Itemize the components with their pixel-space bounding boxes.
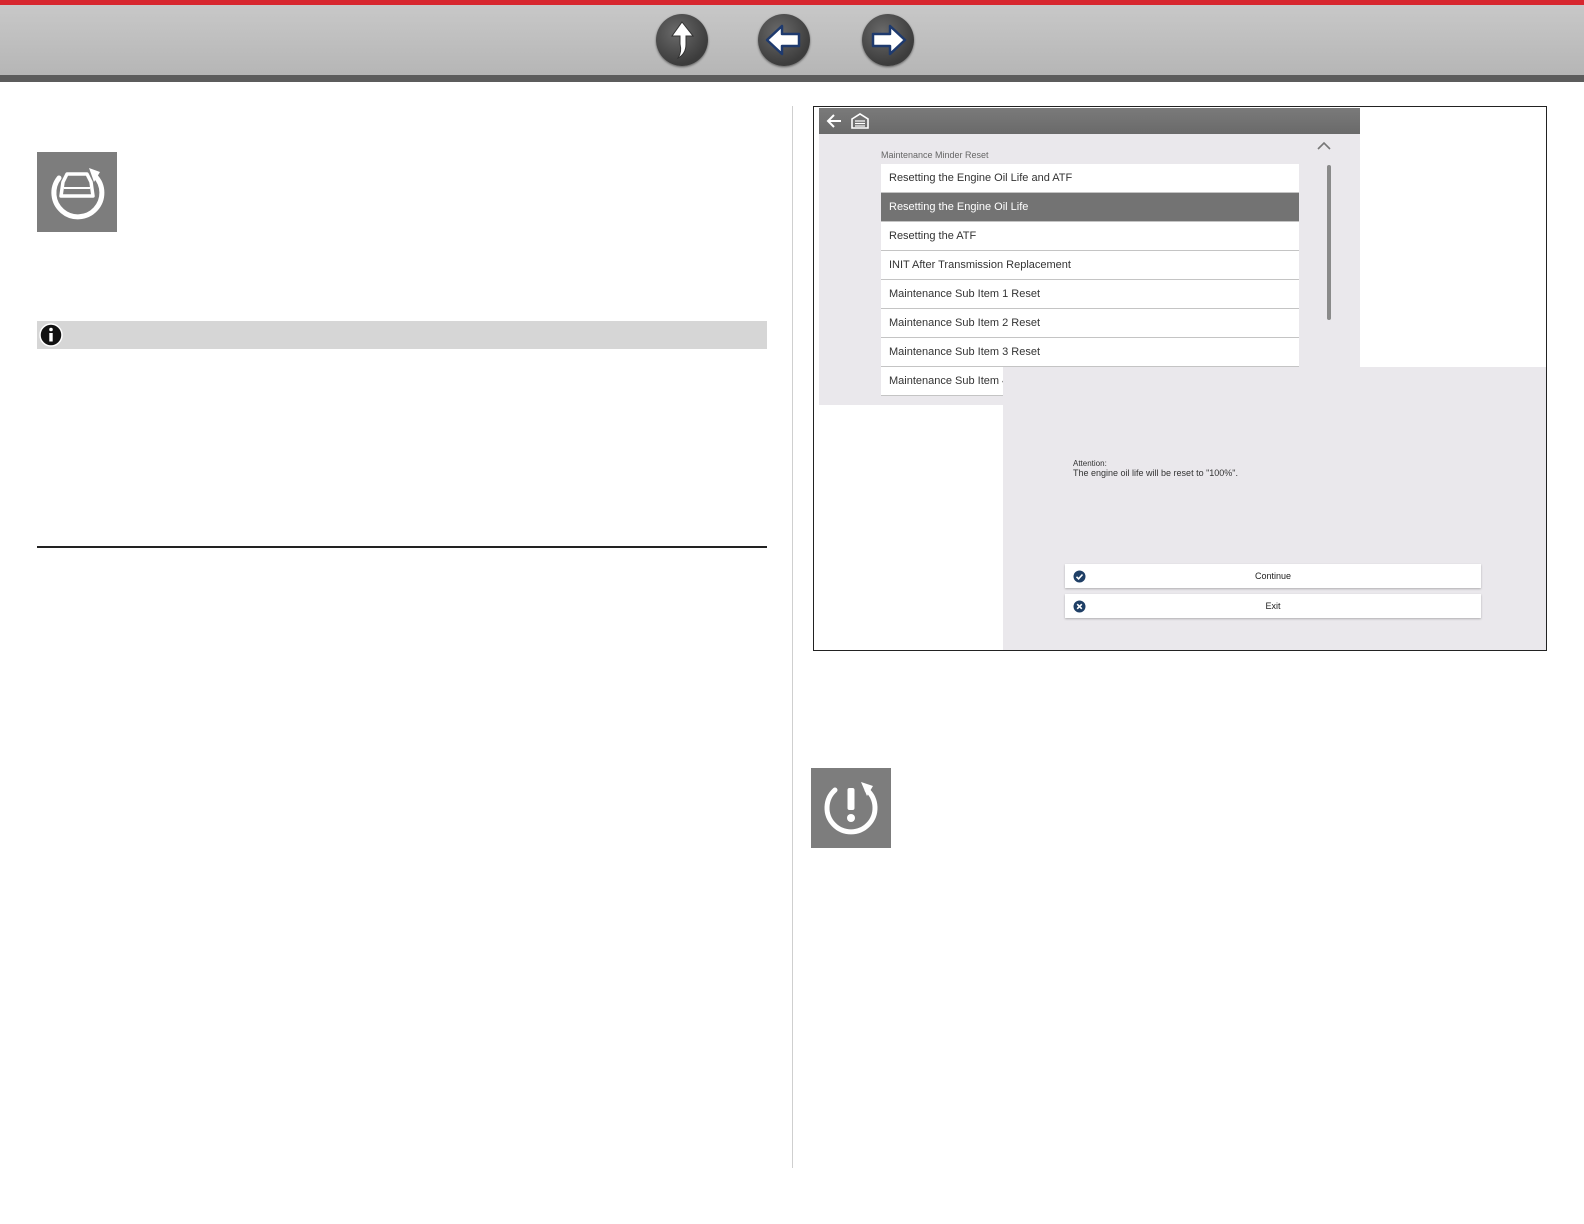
warning-reset-icon xyxy=(811,768,891,848)
screen-header xyxy=(819,108,1360,134)
menu-item[interactable]: Maintenance Sub Item 1 Reset xyxy=(881,280,1299,309)
garage-icon[interactable] xyxy=(851,113,869,129)
menu-item[interactable]: INIT After Transmission Replacement xyxy=(881,251,1299,280)
up-arrow-button[interactable] xyxy=(656,14,708,66)
section-divider xyxy=(37,546,767,548)
screen-body: Maintenance Minder Reset Resetting the E… xyxy=(819,134,1360,405)
info-icon xyxy=(39,323,63,347)
top-toolbar xyxy=(0,0,1584,82)
menu-item[interactable]: Maintenance Sub Item 2 Reset xyxy=(881,309,1299,338)
attention-message: The engine oil life will be reset to "10… xyxy=(1073,468,1238,478)
exit-button[interactable]: Exit xyxy=(1065,594,1481,618)
continue-label: Continue xyxy=(1254,571,1292,581)
menu-item[interactable]: Resetting the Engine Oil Life xyxy=(881,193,1299,222)
column-divider xyxy=(792,106,793,1168)
forward-arrow-button[interactable] xyxy=(862,14,914,66)
scrollbar[interactable] xyxy=(1327,165,1331,320)
attention-label: Attention: xyxy=(1073,459,1107,468)
menu-list: Resetting the Engine Oil Life and ATF Res… xyxy=(881,164,1299,396)
menu-title: Maintenance Minder Reset xyxy=(881,150,989,160)
menu-item[interactable]: Maintenance Sub Item 3 Reset xyxy=(881,338,1299,367)
note-header-bar xyxy=(37,321,767,349)
back-arrow-icon[interactable] xyxy=(825,113,843,129)
exit-label: Exit xyxy=(1265,601,1281,611)
up-arrow-icon xyxy=(671,21,695,60)
maintenance-reset-icon xyxy=(37,152,117,232)
left-arrow-icon xyxy=(765,24,801,56)
toolbar-accent-line xyxy=(0,0,1584,5)
menu-item[interactable]: Resetting the ATF xyxy=(881,222,1299,251)
toolbar-bottom-line xyxy=(0,75,1584,82)
right-arrow-icon xyxy=(871,24,907,56)
attention-dialog: Attention: The engine oil life will be r… xyxy=(1003,367,1546,650)
scan-tool-screenshot: Maintenance Minder Reset Resetting the E… xyxy=(813,106,1547,651)
back-arrow-button[interactable] xyxy=(758,14,810,66)
chevron-up-icon[interactable] xyxy=(1316,140,1332,152)
continue-button[interactable]: Continue xyxy=(1065,564,1481,588)
menu-item[interactable]: Resetting the Engine Oil Life and ATF xyxy=(881,164,1299,193)
